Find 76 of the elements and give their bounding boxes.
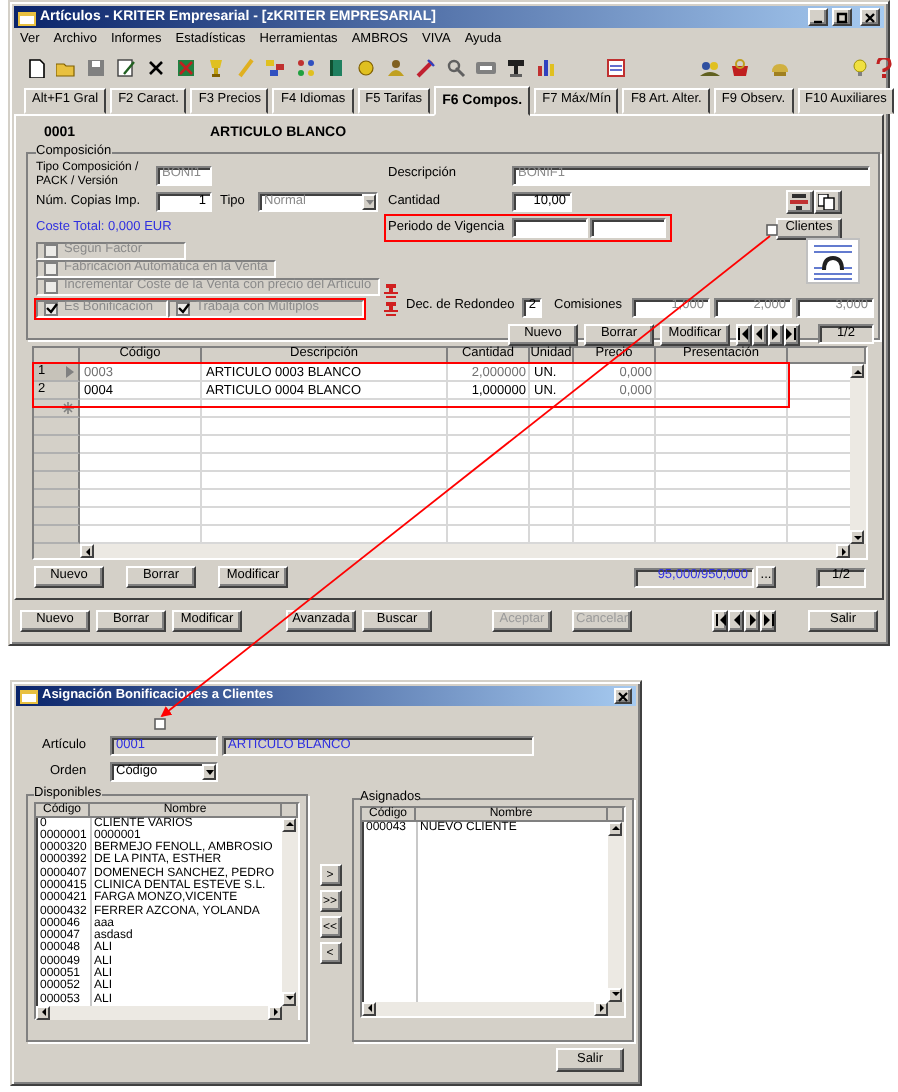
dots-icon[interactable] — [296, 58, 316, 78]
scroll-button[interactable] — [36, 1005, 50, 1020]
blocks-icon[interactable] — [266, 58, 286, 78]
scroll-button[interactable] — [836, 544, 850, 558]
first-record-button[interactable] — [712, 609, 728, 631]
horizontal-scrollbar[interactable] — [80, 544, 850, 558]
card-icon[interactable] — [476, 58, 496, 78]
maximize-button[interactable] — [832, 8, 852, 26]
coin-icon[interactable] — [356, 58, 376, 78]
arrow-icon — [853, 367, 861, 375]
hierarchy-icon — [790, 194, 809, 210]
arrow-icon — [83, 547, 91, 555]
anchor-square — [766, 224, 778, 236]
trophy-icon[interactable] — [206, 58, 226, 78]
arrow-icon — [39, 1008, 47, 1017]
date-field[interactable] — [590, 218, 666, 238]
last-record-icon — [786, 328, 797, 340]
pen-icon[interactable] — [416, 58, 436, 78]
magnifier-icon[interactable] — [446, 58, 466, 78]
maximize-icon — [836, 11, 848, 23]
vertical-scrollbar[interactable] — [850, 364, 866, 544]
anchor-square — [154, 718, 166, 730]
caret-icon — [205, 769, 213, 775]
callout-icon — [806, 238, 860, 284]
vertical-scrollbar[interactable] — [282, 817, 298, 1006]
close-icon — [864, 11, 876, 23]
save-icon[interactable] — [86, 58, 106, 78]
check-icon — [45, 302, 57, 314]
app-icon — [18, 9, 36, 25]
scroll-button[interactable] — [80, 544, 94, 558]
minimize-button[interactable] — [808, 8, 828, 26]
arrow-icon — [365, 1004, 373, 1012]
copy-button[interactable] — [813, 190, 842, 214]
arrow-icon — [285, 820, 293, 828]
people-icon[interactable] — [700, 58, 720, 78]
scroll-button[interactable] — [362, 1001, 376, 1015]
check-icon — [177, 302, 189, 314]
hierarchy-button[interactable] — [785, 190, 814, 214]
dropdown-button[interactable] — [202, 764, 216, 780]
book-icon[interactable] — [326, 58, 346, 78]
scroll-button[interactable] — [850, 364, 864, 378]
vertical-scrollbar[interactable] — [608, 821, 624, 1001]
next-record-button[interactable] — [744, 609, 760, 631]
help-icon[interactable] — [874, 58, 894, 78]
first-record-button[interactable] — [735, 323, 752, 345]
edit-document-icon[interactable] — [116, 58, 136, 78]
chart-icon[interactable] — [536, 58, 556, 78]
stamp-icon[interactable] — [506, 58, 526, 78]
dropdown-button[interactable] — [362, 194, 376, 210]
first-record-icon — [715, 614, 725, 626]
scroll-button[interactable] — [282, 991, 296, 1006]
last-record-button[interactable] — [760, 609, 776, 631]
scroll-button[interactable] — [268, 1005, 282, 1020]
last-record-icon — [763, 614, 773, 626]
scroll-button[interactable] — [594, 1001, 608, 1015]
close-button[interactable] — [860, 8, 880, 26]
copy-icon — [818, 194, 837, 210]
date-field[interactable] — [512, 218, 588, 238]
scrollbar-corner — [34, 544, 80, 558]
scrollbar-corner — [850, 544, 866, 558]
crossed-square-icon[interactable] — [176, 58, 196, 78]
horizontal-scrollbar[interactable] — [36, 1005, 282, 1020]
scroll-button[interactable] — [608, 987, 622, 1001]
cross-icon[interactable] — [146, 58, 166, 78]
bag-icon[interactable] — [730, 58, 750, 78]
first-record-icon — [738, 328, 749, 340]
close-button[interactable] — [614, 688, 632, 704]
horizontal-scrollbar[interactable] — [362, 1001, 608, 1015]
arrow-icon — [611, 824, 619, 832]
app-icon — [20, 688, 38, 704]
close-icon — [618, 691, 628, 701]
scroll-button[interactable] — [850, 530, 864, 544]
person-icon[interactable] — [386, 58, 406, 78]
previous-record-button[interactable] — [728, 609, 744, 631]
caret-icon — [365, 199, 373, 205]
new-document-icon[interactable] — [26, 58, 46, 78]
